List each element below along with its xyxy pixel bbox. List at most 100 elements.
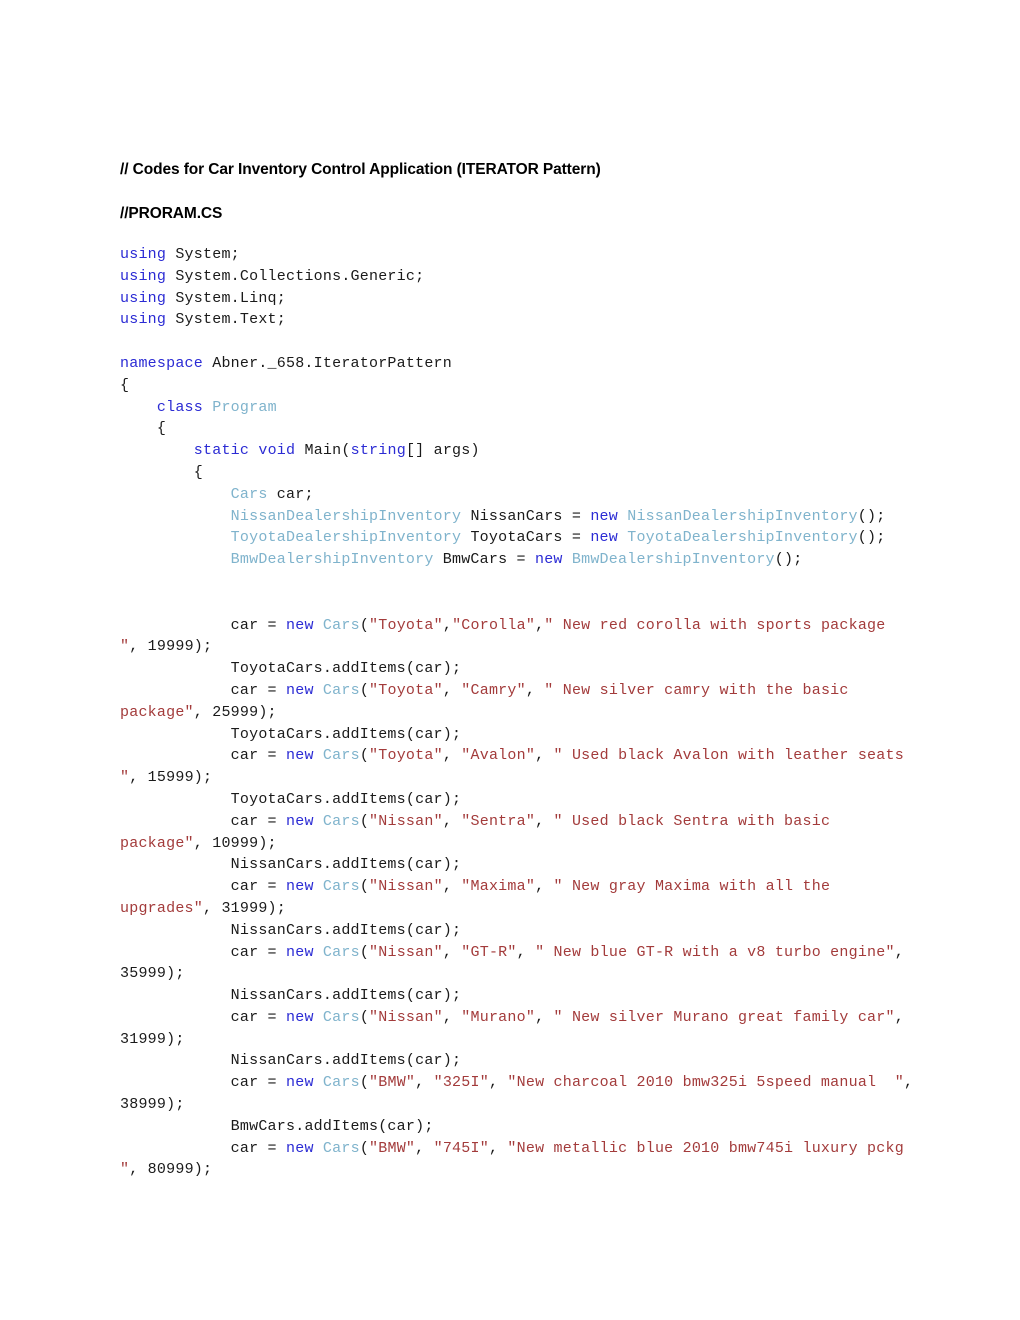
code-line: car = new Cars("Nissan", "Murano", " New… bbox=[120, 1007, 920, 1051]
code-token-pln bbox=[314, 747, 323, 764]
code-token-kw: using bbox=[120, 246, 167, 263]
code-token-typ: Cars bbox=[322, 812, 360, 830]
code-line: class Program bbox=[120, 397, 920, 419]
code-token-pln: , bbox=[535, 616, 545, 634]
code-token-pln: { bbox=[120, 376, 130, 394]
code-token-pln bbox=[563, 551, 572, 568]
code-token-pln bbox=[120, 529, 231, 546]
code-token-typ: NissanDealershipInventory bbox=[627, 507, 858, 525]
code-token-pln: Main( bbox=[295, 442, 351, 460]
document-page: // Codes for Car Inventory Control Appli… bbox=[0, 0, 1020, 1320]
code-token-kw: void bbox=[258, 442, 296, 460]
code-token-kw: new bbox=[286, 747, 314, 765]
code-token-str: "Camry" bbox=[461, 681, 526, 699]
code-token-pln bbox=[618, 508, 627, 525]
code-token-pln: System.Linq; bbox=[166, 289, 286, 307]
heading-spacer bbox=[120, 179, 920, 204]
code-line: NissanCars.addItems(car); bbox=[120, 985, 920, 1007]
code-token-pln: , bbox=[442, 1008, 462, 1026]
code-token-pln: , bbox=[525, 681, 545, 699]
code-token-pln: Abner._658.IteratorPattern bbox=[203, 354, 452, 372]
code-token-kw: new bbox=[286, 616, 314, 634]
code-line: NissanCars.addItems(car); bbox=[120, 920, 920, 942]
code-line: ToyotaCars.addItems(car); bbox=[120, 789, 920, 811]
code-token-pln bbox=[120, 551, 231, 568]
code-line: BmwDealershipInventory BmwCars = new Bmw… bbox=[120, 549, 920, 571]
code-token-str: "Corolla" bbox=[452, 616, 536, 634]
code-token-pln: ( bbox=[359, 943, 370, 961]
code-token-str: "325I" bbox=[433, 1074, 489, 1092]
code-token-pln bbox=[203, 399, 212, 416]
code-token-pln: (); bbox=[774, 551, 803, 569]
code-token-pln: BmwCars = bbox=[433, 551, 535, 569]
code-token-pln: ( bbox=[359, 1008, 370, 1026]
code-token-pln: NissanCars.addItems(car); bbox=[120, 1052, 462, 1070]
code-line: NissanDealershipInventory NissanCars = n… bbox=[120, 506, 920, 528]
code-token-str: "745I" bbox=[433, 1139, 489, 1157]
code-token-kw: using bbox=[120, 311, 167, 329]
code-token-pln: ( bbox=[359, 812, 370, 830]
source-code-block: using System; using System.Collections.Ge… bbox=[120, 244, 920, 1181]
code-token-typ: Program bbox=[212, 398, 277, 416]
code-token-pln: car = bbox=[120, 1139, 287, 1157]
code-token-str: "BMW" bbox=[369, 1139, 416, 1157]
code-token-pln: NissanCars.addItems(car); bbox=[120, 921, 462, 939]
code-line: using System.Collections.Generic; bbox=[120, 266, 920, 288]
code-token-pln: , 80999); bbox=[129, 1161, 213, 1179]
code-token-kw: using bbox=[120, 267, 167, 285]
code-token-pln: ( bbox=[359, 878, 370, 896]
code-token-pln: System.Collections.Generic; bbox=[166, 267, 425, 285]
code-line: car = new Cars("Nissan", "Sentra", " Use… bbox=[120, 811, 920, 855]
code-token-pln: { bbox=[120, 420, 167, 438]
code-token-pln: ( bbox=[359, 1074, 370, 1092]
code-line: using System.Text; bbox=[120, 309, 920, 331]
code-token-pln bbox=[314, 1009, 323, 1026]
code-token-pln: , bbox=[535, 812, 554, 830]
code-token-pln: (); bbox=[857, 529, 886, 547]
code-token-typ: NissanDealershipInventory bbox=[230, 507, 462, 525]
code-line: using System.Linq; bbox=[120, 288, 920, 310]
code-token-pln: , 19999); bbox=[129, 638, 213, 656]
code-token-pln: , bbox=[442, 878, 462, 896]
code-token-str: " New silver Murano great family car" bbox=[553, 1008, 895, 1026]
code-token-str: "Nissan" bbox=[369, 943, 443, 961]
code-token-pln: { bbox=[120, 463, 204, 481]
code-token-typ: Cars bbox=[322, 1008, 360, 1026]
code-token-typ: Cars bbox=[322, 943, 360, 961]
code-token-str: "Nissan" bbox=[369, 878, 443, 896]
code-token-pln: car = bbox=[120, 812, 287, 830]
code-token-kw: new bbox=[286, 878, 314, 896]
code-line: { bbox=[120, 462, 920, 484]
code-token-pln: NissanCars = bbox=[461, 507, 591, 525]
code-token-pln: , 25999); bbox=[193, 703, 277, 721]
code-line: car = new Cars("Nissan", "Maxima", " New… bbox=[120, 876, 920, 920]
code-token-typ: Cars bbox=[322, 1139, 360, 1157]
code-token-pln: car = bbox=[120, 1008, 287, 1026]
code-token-typ: ToyotaDealershipInventory bbox=[627, 529, 858, 547]
code-token-str: " New blue GT-R with a v8 turbo engine" bbox=[535, 943, 895, 961]
code-token-str: "Maxima" bbox=[461, 878, 536, 896]
code-token-typ: BmwDealershipInventory bbox=[571, 551, 775, 569]
file-name-heading: //PRORAM.CS bbox=[120, 205, 223, 222]
code-token-pln: , 31999); bbox=[203, 899, 286, 917]
code-token-pln: , bbox=[488, 1074, 508, 1092]
code-token-pln: System; bbox=[166, 246, 240, 263]
code-token-pln: , bbox=[442, 616, 453, 634]
code-token-pln bbox=[249, 442, 258, 459]
code-token-str: "Sentra" bbox=[461, 812, 536, 830]
code-token-pln bbox=[314, 813, 323, 830]
code-token-pln: , bbox=[415, 1139, 434, 1157]
code-token-pln: , bbox=[442, 812, 462, 830]
code-token-str: "GT-R" bbox=[461, 943, 517, 961]
page-title-comment: // Codes for Car Inventory Control Appli… bbox=[120, 161, 601, 178]
code-line: ToyotaCars.addItems(car); bbox=[120, 658, 920, 680]
code-token-kw: namespace bbox=[120, 354, 203, 372]
code-token-pln: ToyotaCars = bbox=[461, 529, 591, 547]
code-token-str: "BMW" bbox=[369, 1074, 416, 1092]
code-token-str: "Avalon" bbox=[461, 747, 536, 765]
code-token-kw: static bbox=[193, 442, 250, 460]
code-line: car = new Cars("BMW", "325I", "New charc… bbox=[120, 1072, 920, 1116]
code-token-pln: car = bbox=[120, 747, 287, 765]
code-line: ToyotaCars.addItems(car); bbox=[120, 724, 920, 746]
code-token-pln: , bbox=[415, 1074, 434, 1092]
